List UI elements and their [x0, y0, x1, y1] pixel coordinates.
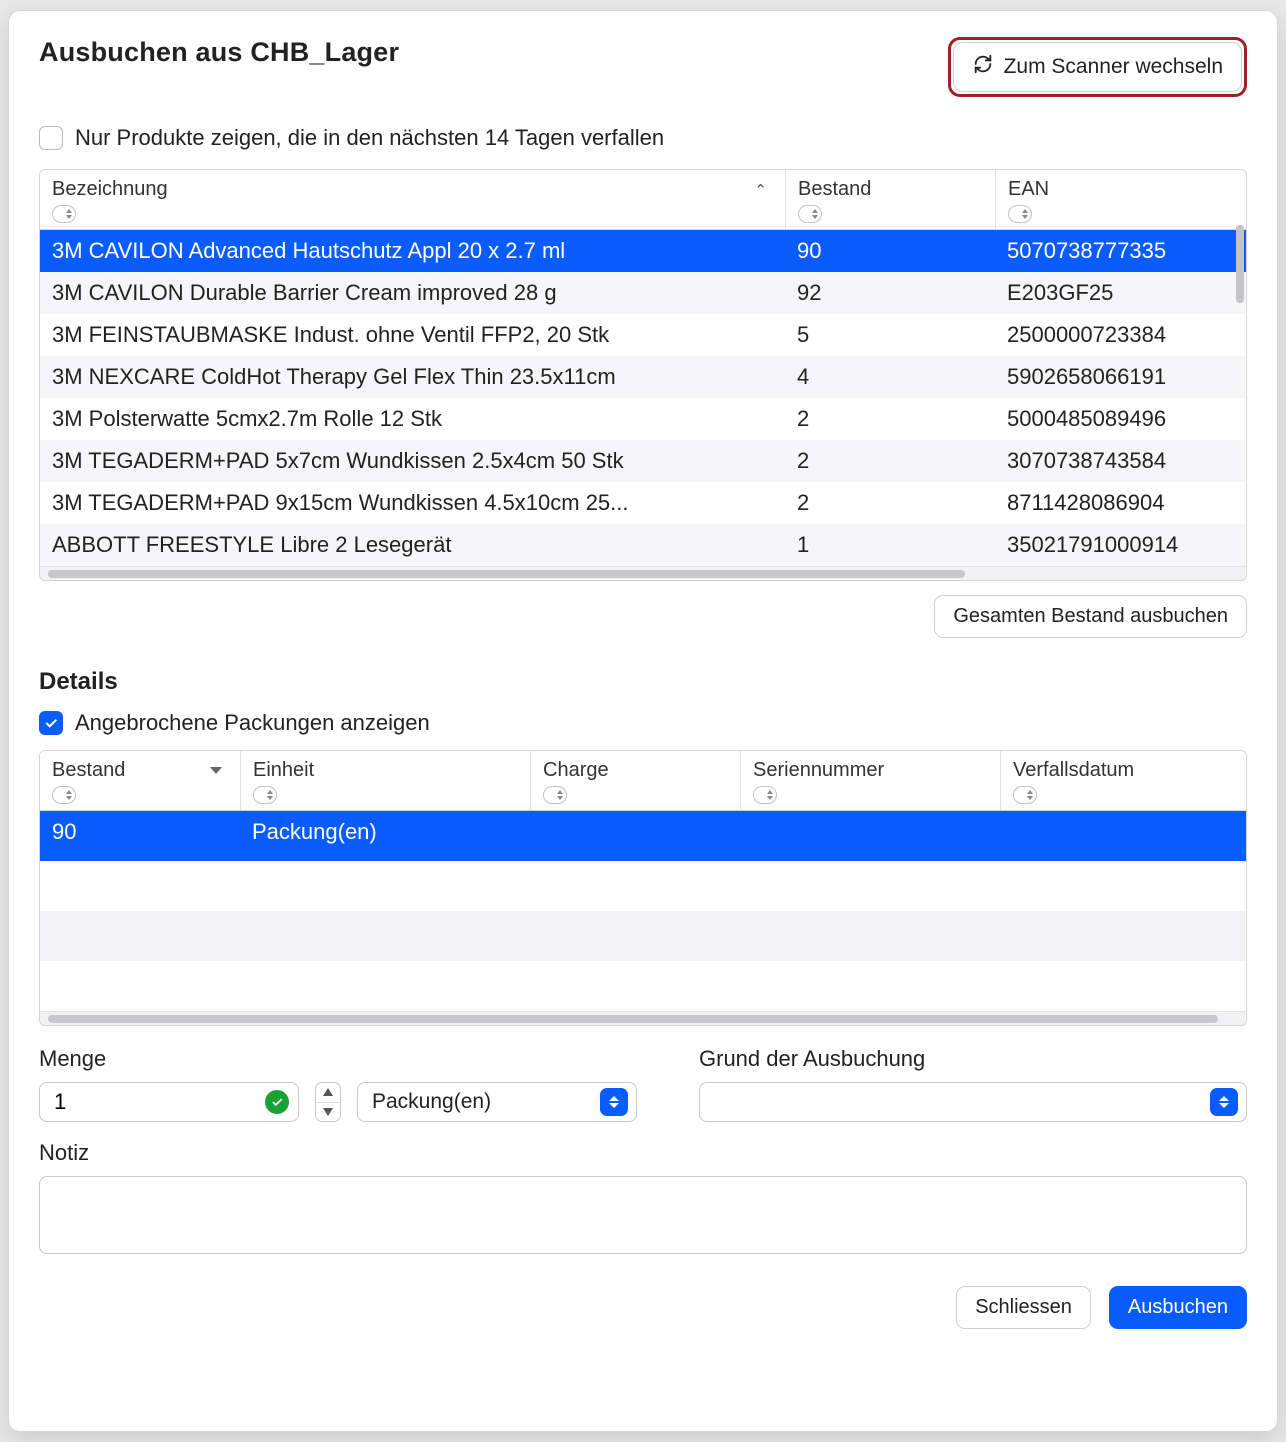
col-charge[interactable]: Charge: [530, 751, 740, 810]
expiring-only-checkbox[interactable]: [39, 126, 63, 150]
menge-stepper[interactable]: [315, 1082, 341, 1122]
cell-expiry: [1000, 811, 1246, 861]
show-open-packs-checkbox[interactable]: [39, 711, 63, 735]
cell-stock: 90: [785, 230, 995, 272]
cell-name: 3M CAVILON Durable Barrier Cream improve…: [40, 272, 785, 314]
filter-spinbox[interactable]: [52, 205, 76, 223]
cell-name: 3M CAVILON Advanced Hautschutz Appl 20 x…: [40, 230, 785, 272]
cell-stock: 90: [40, 811, 240, 861]
submit-button[interactable]: Ausbuchen: [1109, 1286, 1247, 1329]
cell-stock: 1: [785, 524, 995, 566]
filter-spinbox[interactable]: [1013, 786, 1037, 804]
unit-select[interactable]: Packung(en): [357, 1082, 637, 1122]
cell-name: 3M TEGADERM+PAD 9x15cm Wundkissen 4.5x10…: [40, 482, 785, 524]
cell-ean: 2500000723384: [995, 314, 1246, 356]
reason-select[interactable]: [699, 1082, 1247, 1122]
scanner-button-highlight: Zum Scanner wechseln: [948, 37, 1247, 97]
table-row[interactable]: 3M CAVILON Durable Barrier Cream improve…: [40, 272, 1246, 314]
table-row[interactable]: 3M NEXCARE ColdHot Therapy Gel Flex Thin…: [40, 356, 1246, 398]
cell-serial: [740, 811, 1000, 861]
notiz-textarea[interactable]: [39, 1176, 1247, 1254]
h-scrollbar[interactable]: [40, 1011, 1246, 1025]
cell-stock: 5: [785, 314, 995, 356]
ausbuchen-dialog: Ausbuchen aus CHB_Lager Zum Scanner wech…: [8, 10, 1278, 1432]
menge-input[interactable]: [39, 1082, 299, 1122]
table-row[interactable]: 3M TEGADERM+PAD 9x15cm Wundkissen 4.5x10…: [40, 482, 1246, 524]
cell-unit: Packung(en): [240, 811, 530, 861]
cell-ean: 3070738743584: [995, 440, 1246, 482]
chevron-down-icon: [210, 767, 222, 774]
table-row-empty: [40, 961, 1246, 1011]
select-arrow-icon: [1210, 1088, 1238, 1116]
table-row-empty: [40, 911, 1246, 961]
products-table-body: 3M CAVILON Advanced Hautschutz Appl 20 x…: [40, 230, 1246, 566]
cell-stock: 92: [785, 272, 995, 314]
cell-ean: 5070738777335: [995, 230, 1246, 272]
dialog-title: Ausbuchen aus CHB_Lager: [39, 37, 399, 68]
filter-spinbox[interactable]: [1008, 205, 1032, 223]
cell-name: 3M NEXCARE ColdHot Therapy Gel Flex Thin…: [40, 356, 785, 398]
menge-label: Menge: [39, 1046, 659, 1072]
cell-stock: 2: [785, 398, 995, 440]
cell-stock: 2: [785, 440, 995, 482]
table-row[interactable]: 3M FEINSTAUBMASKE Indust. ohne Ventil FF…: [40, 314, 1246, 356]
cell-ean: 5902658066191: [995, 356, 1246, 398]
table-row[interactable]: ABBOTT FREESTYLE Libre 2 Lesegerät135021…: [40, 524, 1246, 566]
v-scrollbar[interactable]: [1236, 225, 1244, 303]
cell-ean: 5000485089496: [995, 398, 1246, 440]
cell-name: ABBOTT FREESTYLE Libre 2 Lesegerät: [40, 524, 785, 566]
col-einheit[interactable]: Einheit: [240, 751, 530, 810]
cell-name: 3M FEINSTAUBMASKE Indust. ohne Ventil FF…: [40, 314, 785, 356]
col-bestand-detail[interactable]: Bestand: [40, 751, 240, 810]
sort-asc-icon: ⌃: [754, 181, 773, 199]
cell-ean: 35021791000914: [995, 524, 1246, 566]
unit-select-value: Packung(en): [372, 1090, 491, 1114]
col-ean[interactable]: EAN: [995, 170, 1246, 229]
h-scrollbar[interactable]: [40, 566, 1246, 580]
select-arrow-icon: [600, 1088, 628, 1116]
filter-spinbox[interactable]: [753, 786, 777, 804]
table-row[interactable]: 90Packung(en): [40, 811, 1246, 861]
cell-charge: [530, 811, 740, 861]
grund-label: Grund der Ausbuchung: [699, 1046, 1247, 1072]
products-table: Bezeichnung⌃ Bestand EAN 3M CAVILON Adva…: [39, 169, 1247, 581]
close-button[interactable]: Schliessen: [956, 1286, 1091, 1329]
col-bestand[interactable]: Bestand: [785, 170, 995, 229]
cell-ean: 8711428086904: [995, 482, 1246, 524]
details-table-body: 90Packung(en): [40, 811, 1246, 1011]
step-down[interactable]: [316, 1103, 340, 1122]
products-table-header: Bezeichnung⌃ Bestand EAN: [40, 170, 1246, 230]
col-verfallsdatum[interactable]: Verfallsdatum: [1000, 751, 1246, 810]
filter-spinbox[interactable]: [253, 786, 277, 804]
step-up[interactable]: [316, 1083, 340, 1103]
sync-icon: [972, 53, 994, 81]
valid-check-icon: [265, 1090, 289, 1114]
table-row[interactable]: 3M Polsterwatte 5cmx2.7m Rolle 12 Stk250…: [40, 398, 1246, 440]
table-row[interactable]: 3M TEGADERM+PAD 5x7cm Wundkissen 2.5x4cm…: [40, 440, 1246, 482]
filter-spinbox[interactable]: [798, 205, 822, 223]
cell-name: 3M Polsterwatte 5cmx2.7m Rolle 12 Stk: [40, 398, 785, 440]
cell-ean: E203GF25: [995, 272, 1246, 314]
switch-to-scanner-label: Zum Scanner wechseln: [1004, 55, 1223, 79]
details-table-header: Bestand Einheit Charge Seriennummer Verf…: [40, 751, 1246, 811]
col-bezeichnung[interactable]: Bezeichnung⌃: [40, 170, 785, 229]
notiz-label: Notiz: [39, 1140, 1247, 1166]
filter-spinbox[interactable]: [52, 786, 76, 804]
details-table: Bestand Einheit Charge Seriennummer Verf…: [39, 750, 1247, 1026]
col-seriennummer[interactable]: Seriennummer: [740, 751, 1000, 810]
details-heading: Details: [39, 668, 1247, 696]
table-row[interactable]: 3M CAVILON Advanced Hautschutz Appl 20 x…: [40, 230, 1246, 272]
show-open-packs-label: Angebrochene Packungen anzeigen: [75, 710, 430, 736]
cell-stock: 4: [785, 356, 995, 398]
cell-stock: 2: [785, 482, 995, 524]
expiring-only-label: Nur Produkte zeigen, die in den nächsten…: [75, 125, 664, 151]
table-row-empty: [40, 861, 1246, 911]
book-all-stock-button[interactable]: Gesamten Bestand ausbuchen: [934, 595, 1247, 638]
cell-name: 3M TEGADERM+PAD 5x7cm Wundkissen 2.5x4cm…: [40, 440, 785, 482]
switch-to-scanner-button[interactable]: Zum Scanner wechseln: [953, 42, 1242, 92]
filter-spinbox[interactable]: [543, 786, 567, 804]
